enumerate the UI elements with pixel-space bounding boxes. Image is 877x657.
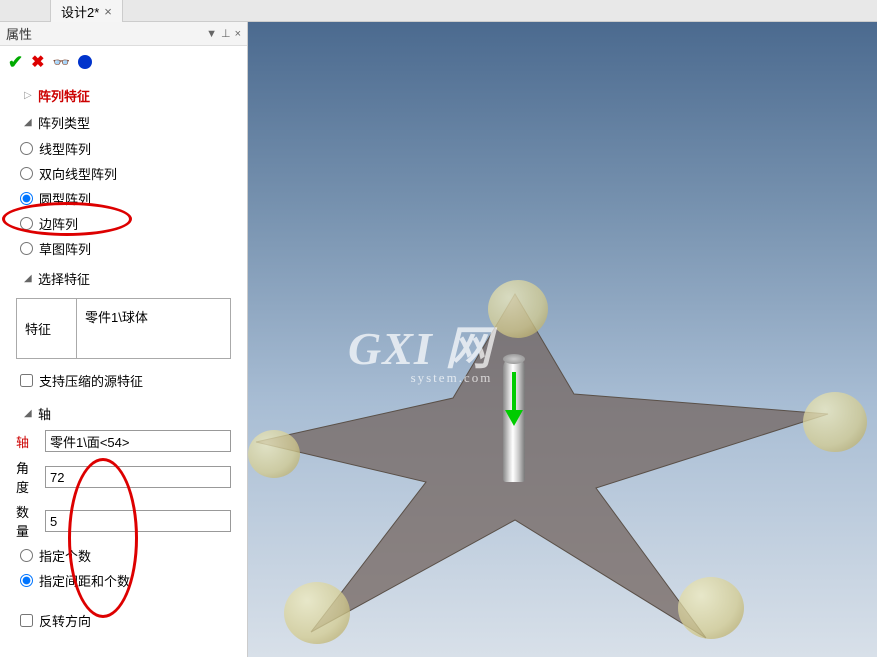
panel-toolbar: ✔ ✖ 👓 [0, 46, 247, 78]
sphere-preview [803, 392, 867, 452]
preview-icon[interactable]: 👓 [53, 54, 70, 71]
feature-box: 特征 零件1\球体 [16, 298, 231, 359]
radio-circular-input[interactable] [20, 192, 33, 205]
panel-header: 属性 ▼ ⊥ × [0, 22, 247, 46]
main-area: 属性 ▼ ⊥ × ✔ ✖ 👓 阵列特征 阵列类型 线 [0, 22, 877, 657]
support-compressed-row[interactable]: 支持压缩的源特征 [8, 365, 239, 396]
radio-specify-count-label: 指定个数 [39, 546, 91, 565]
radio-circular-label: 圆型阵列 [39, 189, 91, 208]
panel-header-controls: ▼ ⊥ × [206, 27, 241, 40]
radio-linear-label: 线型阵列 [39, 139, 91, 158]
radio-edge-label: 边阵列 [39, 214, 78, 233]
viewport-3d[interactable]: GXI 网 system.com [248, 22, 877, 657]
axis-label: 轴 [16, 432, 37, 451]
radio-edge[interactable]: 边阵列 [8, 211, 239, 236]
color-indicator[interactable] [78, 55, 92, 69]
sphere-preview [488, 280, 548, 338]
tab-close-icon[interactable]: × [104, 4, 112, 19]
panel-body: 阵列特征 阵列类型 线型阵列 双向线型阵列 圆型阵列 边阵列 [0, 78, 247, 657]
accept-icon[interactable]: ✔ [8, 52, 23, 73]
radio-sketch-input[interactable] [20, 242, 33, 255]
support-compressed-checkbox[interactable] [20, 374, 33, 387]
feature-label: 特征 [17, 299, 77, 358]
radio-sketch-label: 草图阵列 [39, 239, 91, 258]
radio-specify-count-input[interactable] [20, 549, 33, 562]
axis-header[interactable]: 轴 [8, 396, 239, 427]
radio-edge-input[interactable] [20, 217, 33, 230]
properties-panel: 属性 ▼ ⊥ × ✔ ✖ 👓 阵列特征 阵列类型 线 [0, 22, 248, 657]
document-tab[interactable]: 设计2* × [50, 0, 123, 23]
select-feature-label: 选择特征 [38, 269, 90, 288]
star-shape [248, 82, 877, 657]
reverse-label: 反转方向 [39, 611, 91, 630]
angle-input[interactable] [45, 466, 231, 488]
cancel-icon[interactable]: ✖ [31, 52, 44, 72]
radio-specify-spacing[interactable]: 指定间距和个数 [8, 568, 239, 593]
tab-title: 设计2* [61, 2, 99, 21]
type-header[interactable]: 阵列类型 [8, 109, 239, 136]
close-icon[interactable]: × [235, 28, 241, 40]
support-compressed-label: 支持压缩的源特征 [39, 371, 143, 390]
radio-linear-input[interactable] [20, 142, 33, 155]
arrow-icon [24, 117, 34, 128]
axis-header-label: 轴 [38, 404, 51, 423]
type-header-label: 阵列类型 [38, 113, 90, 132]
arrow-icon [24, 273, 34, 284]
feature-value[interactable]: 零件1\球体 [77, 299, 230, 358]
model-star [248, 82, 877, 657]
tab-bar: 设计2* × [0, 0, 877, 22]
radio-bidirectional-input[interactable] [20, 167, 33, 180]
angle-label: 角度 [16, 458, 37, 496]
angle-row: 角度 [8, 455, 239, 499]
radio-circular[interactable]: 圆型阵列 [8, 186, 239, 211]
count-row: 数量 [8, 499, 239, 543]
feature-header-label: 阵列特征 [38, 86, 90, 105]
radio-bidirectional[interactable]: 双向线型阵列 [8, 161, 239, 186]
cylinder-top [503, 354, 525, 364]
radio-bidirectional-label: 双向线型阵列 [39, 164, 117, 183]
radio-specify-spacing-label: 指定间距和个数 [39, 571, 130, 590]
arrow-icon [24, 408, 34, 419]
count-input[interactable] [45, 510, 231, 532]
axis-input[interactable] [45, 430, 231, 452]
sphere-preview [678, 577, 744, 639]
count-label: 数量 [16, 502, 37, 540]
dropdown-icon[interactable]: ▼ [206, 28, 217, 40]
reverse-row[interactable]: 反转方向 [8, 605, 239, 636]
axis-row: 轴 [8, 427, 239, 455]
radio-specify-spacing-input[interactable] [20, 574, 33, 587]
pin-icon[interactable]: ⊥ [221, 27, 231, 40]
reverse-checkbox[interactable] [20, 614, 33, 627]
radio-linear[interactable]: 线型阵列 [8, 136, 239, 161]
panel-title: 属性 [6, 24, 32, 43]
arrow-icon [24, 90, 34, 101]
sphere-preview [284, 582, 350, 644]
select-feature-header[interactable]: 选择特征 [8, 261, 239, 292]
sphere-preview [248, 430, 300, 478]
radio-specify-count[interactable]: 指定个数 [8, 543, 239, 568]
feature-header[interactable]: 阵列特征 [8, 82, 239, 109]
radio-sketch[interactable]: 草图阵列 [8, 236, 239, 261]
